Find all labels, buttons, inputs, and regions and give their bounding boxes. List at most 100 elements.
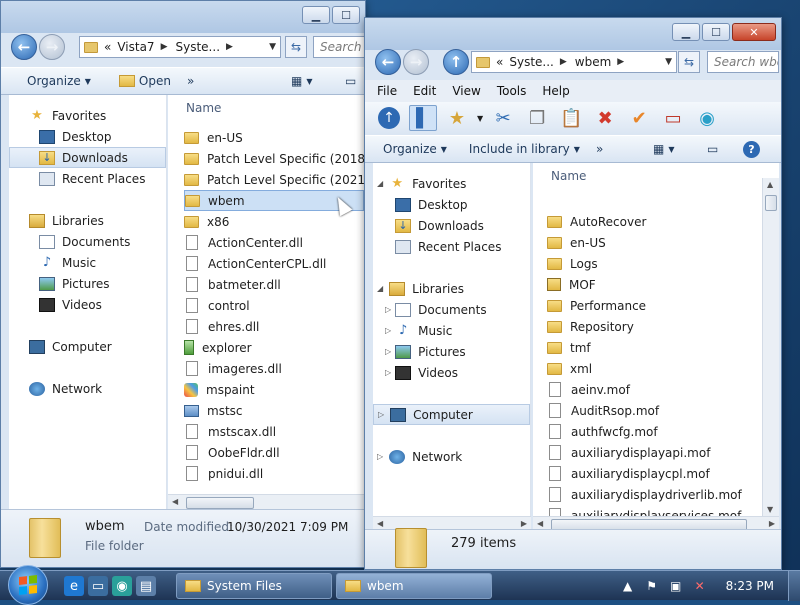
vertical-scrollbar[interactable]: ▲ ▼ xyxy=(762,178,779,516)
address-bar[interactable]: « Syste... ▶ wbem ▶ ▼ xyxy=(471,51,677,73)
list-item[interactable]: auxiliarydisplaydriverlib.mof xyxy=(547,484,757,505)
list-item[interactable]: pnidui.dll xyxy=(184,463,364,484)
list-item[interactable]: mstscax.dll xyxy=(184,421,364,442)
copy-button[interactable]: ❐ xyxy=(523,105,551,131)
taskbar-button-system-files[interactable]: System Files xyxy=(176,573,332,599)
list-item[interactable]: batmeter.dll xyxy=(184,274,364,295)
list-item[interactable]: explorer xyxy=(184,337,364,358)
show-desktop-quicklaunch-icon[interactable]: ▭ xyxy=(88,576,108,596)
breadcrumb-arrow-icon[interactable]: ▶ xyxy=(617,57,624,67)
nav-videos[interactable]: ▷ Videos xyxy=(373,362,530,383)
nav-desktop[interactable]: Desktop xyxy=(373,194,530,215)
nav-documents[interactable]: Documents xyxy=(9,231,166,252)
nav-recent-places[interactable]: Recent Places xyxy=(9,168,166,189)
action-center-flag-icon[interactable]: ⚑ xyxy=(644,579,660,593)
organize-button[interactable]: Organize ▼ xyxy=(1,74,99,88)
shell-button[interactable]: ◉ xyxy=(693,105,721,131)
list-item[interactable]: en-US xyxy=(184,127,364,148)
menu-file[interactable]: File xyxy=(377,84,397,98)
expand-arrow-icon[interactable]: ▷ xyxy=(385,368,391,377)
scroll-thumb[interactable] xyxy=(765,195,777,211)
network-status-icon[interactable]: ▣ xyxy=(668,579,684,593)
menu-help[interactable]: Help xyxy=(542,84,569,98)
nav-computer[interactable]: ▷ Computer xyxy=(373,404,530,425)
minimize-button[interactable]: ▁ xyxy=(302,6,330,24)
views-button[interactable]: ▦ ▼ xyxy=(645,142,683,156)
forward-button[interactable]: → xyxy=(39,34,65,60)
switch-windows-icon[interactable]: ▤ xyxy=(136,576,156,596)
menu-view[interactable]: View xyxy=(452,84,480,98)
address-dropdown-icon[interactable]: ▼ xyxy=(665,57,672,67)
more-commands-button[interactable]: » xyxy=(179,74,202,88)
minimize-button[interactable]: ▁ xyxy=(672,23,700,41)
views-button[interactable]: ▦ ▼ xyxy=(283,74,321,88)
nav-libraries[interactable]: Libraries xyxy=(9,210,166,231)
list-item[interactable]: aeinv.mof xyxy=(547,379,757,400)
taskbar-button-wbem[interactable]: wbem xyxy=(336,573,492,599)
list-item[interactable]: AuditRsop.mof xyxy=(547,400,757,421)
list-item[interactable]: Logs xyxy=(547,253,757,274)
list-item[interactable]: authfwcfg.mof xyxy=(547,421,757,442)
nav-favorites[interactable]: ◢ ★ Favorites xyxy=(373,173,530,194)
explorer-window-wbem[interactable]: ▁ ☐ ✕ ← → ↑ « Syste... ▶ wbem ▶ ▼ ⇆ Sear… xyxy=(364,17,782,570)
nav-recent-places[interactable]: Recent Places xyxy=(373,236,530,257)
search-input[interactable]: Search wbe xyxy=(707,51,779,73)
expand-arrow-icon[interactable]: ▷ xyxy=(385,347,391,356)
scroll-right-icon[interactable]: ▶ xyxy=(521,519,527,528)
nav-downloads[interactable]: ↓ Downloads xyxy=(373,215,530,236)
preview-pane-button[interactable]: ▭ xyxy=(699,142,726,156)
list-item[interactable]: control xyxy=(184,295,364,316)
nav-desktop[interactable]: Desktop xyxy=(9,126,166,147)
media-player-icon[interactable]: ◉ xyxy=(112,576,132,596)
list-item[interactable]: imageres.dll xyxy=(184,358,364,379)
nav-favorites[interactable]: ★ Favorites xyxy=(9,105,166,126)
apply-button[interactable]: ✔ xyxy=(625,105,653,131)
up-folder-button[interactable]: ↑ xyxy=(375,105,403,131)
expand-arrow-icon[interactable]: ▷ xyxy=(385,326,391,335)
properties-button[interactable]: ▭ xyxy=(659,105,687,131)
include-in-library-button[interactable]: Include in library ▼ xyxy=(455,142,588,156)
scroll-up-icon[interactable]: ▲ xyxy=(767,180,773,189)
nav-videos[interactable]: Videos xyxy=(9,294,166,315)
breadcrumb-arrow-icon[interactable]: ▶ xyxy=(226,42,233,52)
open-button[interactable]: Open xyxy=(99,74,179,88)
maximize-button[interactable]: ☐ xyxy=(702,23,730,41)
explorer-window-system-files[interactable]: ▁ ☐ ← → « Vista7 ▶ Syste... ▶ ▼ ⇆ Search… xyxy=(0,0,366,568)
scroll-left-icon[interactable]: ◀ xyxy=(172,497,178,506)
paste-button[interactable]: 📋 xyxy=(557,105,585,131)
folders-pane-button[interactable]: ▌ xyxy=(409,105,437,131)
list-item[interactable]: Patch Level Specific (2021) xyxy=(184,169,365,190)
preview-pane-button[interactable]: ▭ xyxy=(337,74,364,88)
nav-libraries[interactable]: ◢ Libraries xyxy=(373,278,530,299)
volume-muted-icon[interactable]: ✕ xyxy=(692,579,708,593)
maximize-button[interactable]: ☐ xyxy=(332,6,360,24)
forward-button[interactable]: → xyxy=(403,49,429,75)
list-item[interactable]: auxiliarydisplaycpl.mof xyxy=(547,463,757,484)
favorites-button[interactable]: ★ xyxy=(443,105,471,131)
nav-network[interactable]: ▷ Network xyxy=(373,446,530,467)
list-item[interactable]: Performance xyxy=(547,295,757,316)
close-button[interactable]: ✕ xyxy=(732,23,776,41)
nav-documents[interactable]: ▷ Documents xyxy=(373,299,530,320)
expand-arrow-icon[interactable]: ▷ xyxy=(385,305,391,314)
address-bar[interactable]: « Vista7 ▶ Syste... ▶ ▼ xyxy=(79,36,281,58)
menu-edit[interactable]: Edit xyxy=(413,84,436,98)
breadcrumb-system-files[interactable]: Syste... xyxy=(176,40,221,54)
address-dropdown-icon[interactable]: ▼ xyxy=(269,42,276,52)
nav-downloads[interactable]: ↓ Downloads xyxy=(9,147,166,168)
list-item[interactable]: mspaint xyxy=(184,379,364,400)
breadcrumb-system-files[interactable]: Syste... xyxy=(509,55,554,69)
collapse-arrow-icon[interactable]: ◢ xyxy=(377,179,383,188)
column-header-name[interactable]: Name xyxy=(186,97,365,119)
list-item[interactable]: mstsc xyxy=(184,400,364,421)
scroll-left-icon[interactable]: ◀ xyxy=(537,519,543,528)
breadcrumb-wbem[interactable]: wbem xyxy=(575,55,612,69)
refresh-button[interactable]: ⇆ xyxy=(285,36,307,58)
internet-explorer-icon[interactable]: e xyxy=(64,576,84,596)
help-button[interactable]: ? xyxy=(735,140,768,158)
dropdown-arrow-icon[interactable]: ▼ xyxy=(477,114,483,123)
nav-music[interactable]: ♪ Music xyxy=(9,252,166,273)
organize-button[interactable]: Organize ▼ xyxy=(365,142,455,156)
cut-button[interactable]: ✂ xyxy=(489,105,517,131)
nav-pictures[interactable]: Pictures xyxy=(9,273,166,294)
